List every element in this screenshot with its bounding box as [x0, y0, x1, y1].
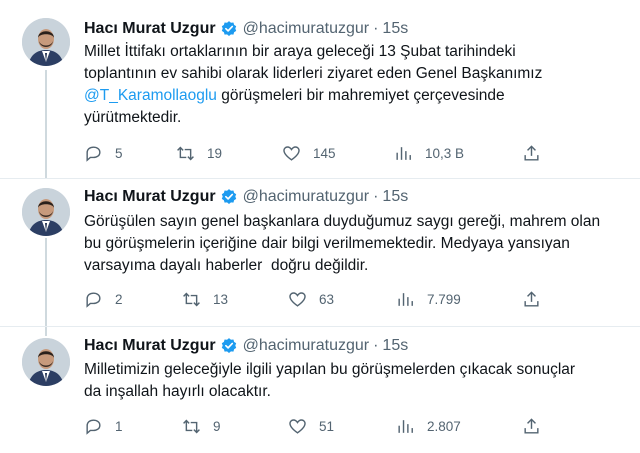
tweet-text-segment: görüşmeleri bir mahremiyet çerçevesinde [216, 87, 505, 104]
tweet-text-line: bu görüşmelerin içeriğine dair bilgi ver… [84, 235, 570, 252]
reply-icon [86, 418, 101, 435]
tweet-actions: 2 13 63 7.799 [84, 288, 564, 310]
retweet-icon [177, 146, 194, 160]
retweet-button[interactable]: 9 [182, 415, 221, 437]
views-button[interactable]: 2.807 [396, 415, 461, 437]
separator-dot: · [373, 188, 379, 205]
author-name[interactable]: Hacı Murat Uzgur [84, 188, 216, 206]
tweet-text: Görüşülen sayın genel başkanlara duyduğu… [84, 211, 624, 277]
reply-button[interactable]: 2 [84, 288, 123, 310]
tweet-text: Millet İttifakı ortaklarının bir araya g… [84, 41, 624, 129]
share-button[interactable] [522, 415, 553, 437]
author-handle[interactable]: @hacimuratuzgur [243, 20, 370, 38]
tweet-text-line: @T_Karamollaoglu görüşmeleri bir mahremi… [84, 85, 624, 107]
like-button[interactable]: 63 [288, 288, 334, 310]
tweet-text-line: yürütmektedir. [84, 109, 182, 126]
tweet-text-line: da inşallah hayırlı olacaktır. [84, 383, 271, 400]
separator-dot: · [373, 337, 379, 354]
thread-line [45, 238, 47, 336]
tweet-text-line: Milletimizin geleceğiyle ilgili yapılan … [84, 361, 576, 378]
tweet-header: Hacı Murat Uzgur @hacimuratuzgur · 15s [84, 186, 408, 208]
timestamp[interactable]: 15s [382, 188, 408, 206]
like-count: 51 [319, 418, 335, 434]
reply-count: 1 [115, 418, 123, 434]
tweet-header: Hacı Murat Uzgur @hacimuratuzgur · 15s [84, 18, 408, 40]
tweet-divider [0, 326, 640, 327]
profile-photo-icon [22, 338, 70, 386]
retweet-icon [183, 292, 200, 306]
reply-count: 5 [115, 145, 123, 161]
heart-icon [289, 291, 306, 307]
verified-badge-icon [221, 189, 236, 204]
like-button[interactable]: 51 [288, 415, 334, 437]
avatar[interactable] [22, 18, 70, 66]
views-chart-icon [398, 419, 413, 433]
reply-icon [86, 145, 101, 162]
tweet-text-line: varsayıma dayalı haberler doğru değildir… [84, 257, 369, 274]
retweet-count: 13 [213, 291, 229, 307]
separator-dot: · [373, 20, 379, 37]
tweet-text-line: Millet İttifakı ortaklarının bir araya g… [84, 43, 516, 60]
like-button[interactable]: 145 [282, 142, 336, 164]
timestamp[interactable]: 15s [382, 20, 408, 38]
share-icon [524, 417, 539, 434]
reply-icon [86, 291, 101, 308]
share-button[interactable] [522, 142, 553, 164]
views-count: 10,3 B [425, 145, 465, 161]
avatar[interactable] [22, 338, 70, 386]
heart-icon [283, 145, 300, 161]
avatar[interactable] [22, 188, 70, 236]
author-handle[interactable]: @hacimuratuzgur [243, 188, 370, 206]
views-chart-icon [396, 146, 411, 160]
retweet-count: 19 [207, 145, 223, 161]
mention-link[interactable]: @T_Karamollaoglu [84, 87, 217, 104]
reply-count: 2 [115, 291, 123, 307]
share-icon [524, 290, 539, 307]
views-button[interactable]: 7.799 [396, 288, 461, 310]
tweet-text-line: toplantının ev sahibi olarak liderleri z… [84, 65, 543, 82]
retweet-button[interactable]: 13 [182, 288, 228, 310]
retweet-button[interactable]: 19 [176, 142, 222, 164]
retweet-count: 9 [213, 418, 221, 434]
tweet-actions: 5 19 145 10,3 B [84, 142, 564, 164]
author-handle[interactable]: @hacimuratuzgur [243, 337, 370, 355]
tweet-actions: 1 9 51 2.807 [84, 415, 564, 437]
profile-photo-icon [22, 188, 70, 236]
share-button[interactable] [522, 288, 553, 310]
thread-line [45, 70, 47, 178]
timestamp[interactable]: 15s [382, 337, 408, 355]
reply-button[interactable]: 5 [84, 142, 123, 164]
views-count: 7.799 [427, 291, 461, 307]
author-name[interactable]: Hacı Murat Uzgur [84, 337, 216, 355]
views-count: 2.807 [427, 418, 461, 434]
tweet-divider [0, 178, 640, 179]
verified-badge-icon [221, 21, 236, 36]
reply-button[interactable]: 1 [84, 415, 123, 437]
tweet-header: Hacı Murat Uzgur @hacimuratuzgur · 15s [84, 335, 408, 357]
like-count: 145 [313, 145, 336, 161]
share-icon [524, 144, 539, 161]
views-chart-icon [398, 292, 413, 306]
views-button[interactable]: 10,3 B [394, 142, 464, 164]
author-name[interactable]: Hacı Murat Uzgur [84, 20, 216, 38]
tweet-text-line: Görüşülen sayın genel başkanlara duyduğu… [84, 213, 601, 230]
profile-photo-icon [22, 18, 70, 66]
verified-badge-icon [221, 338, 236, 353]
tweet-text: Milletimizin geleceğiyle ilgili yapılan … [84, 359, 624, 403]
heart-icon [289, 418, 306, 434]
like-count: 63 [319, 291, 335, 307]
retweet-icon [183, 419, 200, 433]
